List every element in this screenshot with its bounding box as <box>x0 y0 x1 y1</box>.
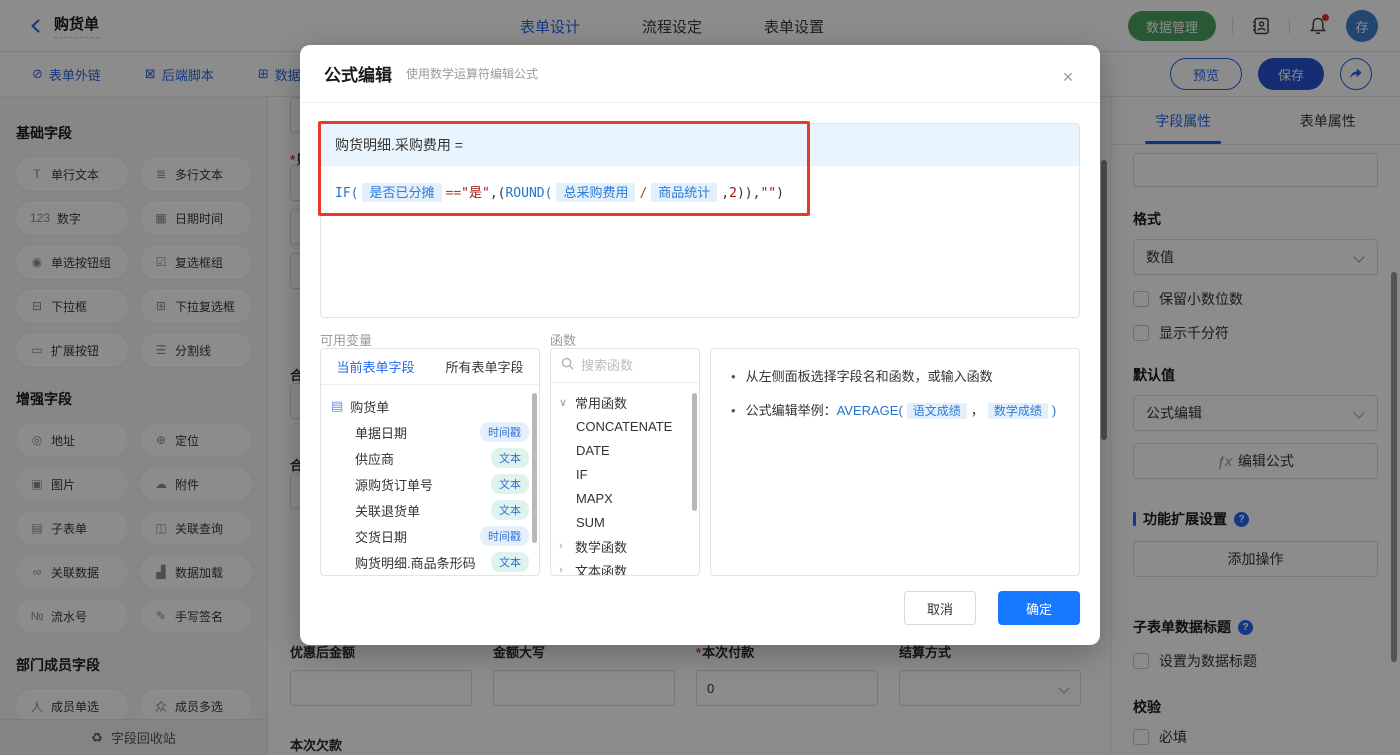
field-chip-总采购费用[interactable]: 总采购费用 <box>556 183 636 202</box>
variables-tab-所有表单字段[interactable]: 所有表单字段 <box>430 349 539 384</box>
variable-供应商[interactable]: 供应商 文本 <box>331 445 529 471</box>
function-group-文本函数[interactable]: › 文本函数 <box>559 558 691 576</box>
functions-panel: ∨ 常用函数 CONCATENATEDATEIFMAPXSUM › 数学函数 › 文本函数 <box>550 348 700 576</box>
formula-help-panel: • 从左侧面板选择字段名和函数，或输入函数 • 公式编辑举例：AVERAGE(语… <box>710 348 1080 576</box>
functions-label: 函数 <box>550 333 577 348</box>
formula-token: , <box>721 186 730 201</box>
function-item-IF[interactable]: IF <box>559 462 691 486</box>
formula-token: ， <box>970 403 984 418</box>
formula-token: ) <box>1051 403 1057 418</box>
function-item-MAPX[interactable]: MAPX <box>559 486 691 510</box>
variable-关联退货单[interactable]: 关联退货单 文本 <box>331 497 529 523</box>
variable-源购货订单号[interactable]: 源购货订单号 文本 <box>331 471 529 497</box>
caret-icon: › <box>559 540 563 552</box>
variable-name: 交货日期 <box>355 529 408 545</box>
formula-token: AVERAGE( <box>836 403 903 418</box>
function-search-input[interactable] <box>581 358 689 373</box>
function-search <box>551 349 699 383</box>
field-chip-商品统计[interactable]: 商品统计 <box>651 183 718 202</box>
variable-name: 购货明细.商品条形码 <box>355 555 476 571</box>
variable-name: 供应商 <box>355 451 395 467</box>
formula-token: ROUND( <box>505 186 553 201</box>
formula-expression[interactable]: IF(是否已分摊 =="是",(ROUND(总采购费用 / 商品统计 ,2)),"") <box>321 166 1079 217</box>
cancel-button[interactable]: 取消 <box>904 591 976 625</box>
modal-title: 公式编辑 <box>324 66 392 85</box>
variable-type-badge: 时间戳 <box>480 422 529 442</box>
variable-name: 源购货订单号 <box>355 477 434 493</box>
bullet-icon: • <box>731 369 736 384</box>
formula-editor[interactable]: 购货明细.采购费用 = IF(是否已分摊 =="是",(ROUND(总采购费用 / 商… <box>320 123 1080 318</box>
variable-name: 关联退货单 <box>355 503 421 519</box>
formula-token: / <box>639 186 648 201</box>
variable-name: 单据日期 <box>355 425 408 441</box>
close-icon[interactable]: × <box>1058 67 1078 87</box>
modal-header: 公式编辑 使用数学运算符编辑公式 <box>300 45 1100 103</box>
function-item-DATE[interactable]: DATE <box>559 438 691 462</box>
formula-token: ) <box>776 186 784 201</box>
function-item-SUM[interactable]: SUM <box>559 510 691 534</box>
variable-购货明细.商品条形码[interactable]: 购货明细.商品条形码 文本 <box>331 549 529 575</box>
functions-scrollbar[interactable] <box>692 393 697 511</box>
function-group-label: 数学函数 <box>575 539 628 555</box>
field-chip-语文成绩[interactable]: 语文成绩 <box>906 403 967 419</box>
field-chip-是否已分摊[interactable]: 是否已分摊 <box>362 183 442 202</box>
variable-type-badge: 时间戳 <box>480 526 529 546</box>
function-item-CONCATENATE[interactable]: CONCATENATE <box>559 414 691 438</box>
help-line-2: • 公式编辑举例：AVERAGE(语文成绩，数学成绩) <box>731 401 1059 421</box>
variable-type-badge: 文本 <box>491 448 529 468</box>
function-group-label: 文本函数 <box>575 563 628 576</box>
formula-token: "是" <box>461 186 490 201</box>
variables-label: 可用变量 <box>320 333 373 348</box>
variable-type-badge: 文本 <box>491 500 529 520</box>
formula-editor-modal: 公式编辑 使用数学运算符编辑公式 × 购货明细.采购费用 = IF(是否已分摊 =… <box>300 45 1100 645</box>
help-line-1: • 从左侧面板选择字段名和函数，或输入函数 <box>731 367 1059 387</box>
function-group-label: 常用函数 <box>575 395 628 411</box>
formula-token: == <box>445 186 462 201</box>
variables-panel: 当前表单字段 所有表单字段 ▤ 购货单 单据日期 时间戳 供应商 文本 源购货订单号 文本 关联退… <box>320 348 540 576</box>
function-group-数学函数[interactable]: › 数学函数 <box>559 534 691 558</box>
confirm-button[interactable]: 确定 <box>998 591 1080 625</box>
caret-icon: ∨ <box>559 396 568 409</box>
caret-icon: › <box>559 564 563 576</box>
formula-token: "" <box>760 186 777 201</box>
field-chip-数学成绩[interactable]: 数学成绩 <box>987 403 1048 419</box>
formula-token: )), <box>736 186 761 201</box>
bullet-icon: • <box>731 403 736 418</box>
modal-subtitle: 使用数学运算符编辑公式 <box>406 67 539 81</box>
variable-type-badge: 文本 <box>491 552 529 572</box>
variables-root-label: 购货单 <box>350 399 390 415</box>
search-icon <box>561 357 574 375</box>
variable-交货日期[interactable]: 交货日期 时间戳 <box>331 523 529 549</box>
document-icon: ▤ <box>331 398 344 413</box>
formula-token: ,( <box>489 186 506 201</box>
formula-token: IF( <box>335 186 359 201</box>
variables-root[interactable]: ▤ 购货单 <box>331 393 529 419</box>
variables-tab-当前表单字段[interactable]: 当前表单字段 <box>321 349 430 384</box>
variable-单据日期[interactable]: 单据日期 时间戳 <box>331 419 529 445</box>
modal-footer: 取消 确定 <box>300 591 1100 645</box>
formula-token: 2 <box>729 186 737 201</box>
function-group-常用函数[interactable]: ∨ 常用函数 <box>559 390 691 414</box>
variables-scrollbar[interactable] <box>532 393 537 543</box>
variable-type-badge: 文本 <box>491 474 529 494</box>
formula-target: 购货明细.采购费用 = <box>321 124 1079 166</box>
